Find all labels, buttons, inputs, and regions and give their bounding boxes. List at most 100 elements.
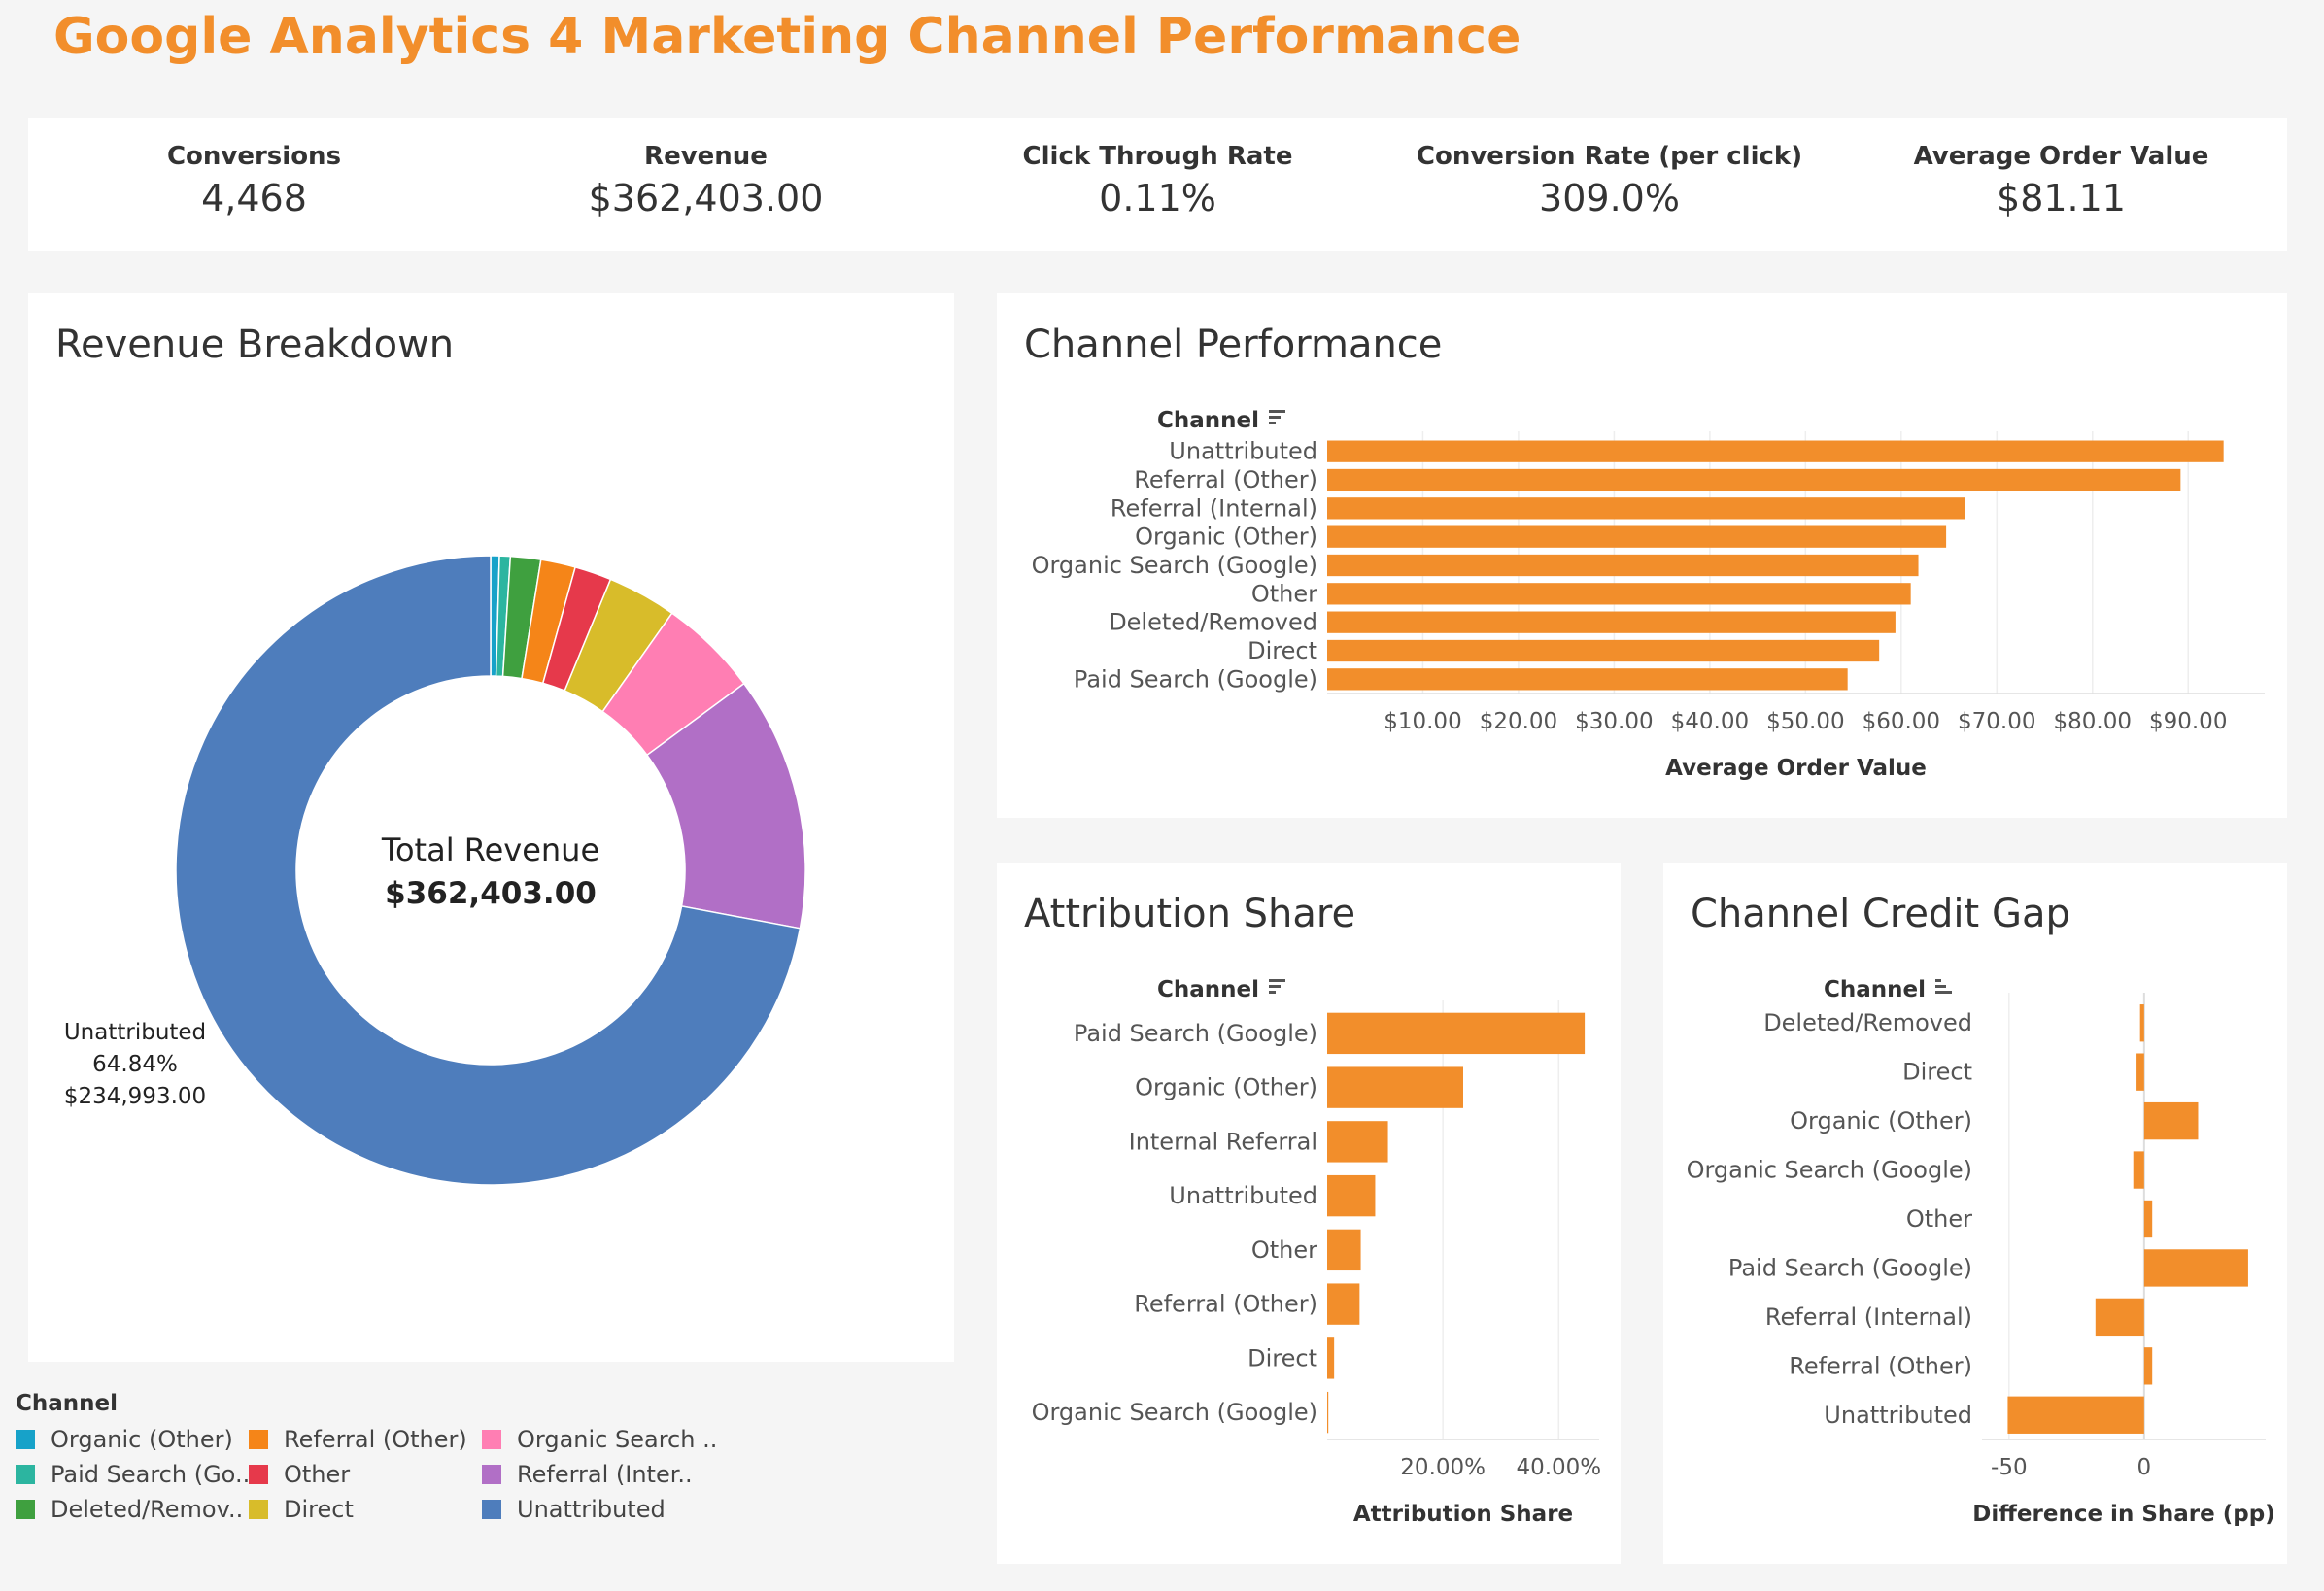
bar-unattributed[interactable] [1327, 1174, 1376, 1217]
legend-grid: Organic (Other) Referral (Other) Organic S… [16, 1426, 754, 1523]
legend-label: Paid Search (Go.. [51, 1461, 249, 1488]
donut-center-value: $362,403.00 [385, 876, 597, 911]
bar-referral-other[interactable] [2143, 1347, 2153, 1385]
tick-label: $70.00 [1958, 709, 2035, 734]
bar-referral-internal[interactable] [1327, 497, 1965, 520]
tick-label: $20.00 [1480, 709, 1557, 734]
category-label: Referral (Internal) [1765, 1303, 1972, 1331]
legend-item-direct[interactable]: Direct [249, 1496, 482, 1523]
tick-label: $30.00 [1575, 709, 1653, 734]
legend-item-organic-search[interactable]: Organic Search .. [482, 1426, 715, 1453]
category-label: Deleted/Removed [1763, 1009, 1972, 1036]
legend-item-other[interactable]: Other [249, 1461, 482, 1488]
tick-label: $50.00 [1766, 709, 1844, 734]
tick-label: $60.00 [1863, 709, 1940, 734]
tick-label: $80.00 [2054, 709, 2132, 734]
legend-swatch [482, 1465, 501, 1484]
kpi-value: 309.0% [1539, 177, 1680, 220]
sort-icon[interactable] [1269, 979, 1285, 994]
category-label: Organic (Other) [1790, 1107, 1972, 1134]
bar-other[interactable] [2143, 1200, 2153, 1238]
donut-annotation-percent: 64.84% [92, 1052, 178, 1077]
bar-internal-referral[interactable] [1327, 1121, 1388, 1163]
channel-performance-panel: Channel Performance Channel Unattributed R… [997, 293, 2287, 818]
bar-unattributed[interactable] [1327, 440, 2224, 462]
kpi-bar: Conversions 4,468 Revenue $362,403.00 Cl… [28, 118, 2287, 251]
category-label: Unattributed [1824, 1402, 1972, 1429]
bar-deleted-removed[interactable] [1327, 611, 1896, 633]
category-label: Paid Search (Google) [1728, 1254, 1972, 1281]
bar-referral-other[interactable] [1327, 1283, 1360, 1325]
legend-swatch [16, 1465, 35, 1484]
donut-annotation-name: Unattributed [64, 1020, 206, 1045]
bar-organic-other[interactable] [2143, 1101, 2199, 1140]
legend-swatch [16, 1500, 35, 1519]
legend-swatch [482, 1500, 501, 1519]
bar-direct[interactable] [2136, 1053, 2144, 1091]
kpi-label: Average Order Value [1913, 142, 2209, 171]
category-label: Direct [1247, 637, 1317, 664]
legend-label: Organic Search .. [517, 1426, 715, 1453]
bar-direct[interactable] [1327, 1337, 1335, 1379]
category-label: Deleted/Removed [1109, 609, 1317, 636]
legend-label: Deleted/Remov.. [51, 1496, 244, 1523]
bar-paid-search-google[interactable] [1327, 668, 1848, 691]
legend-item-deleted-remov[interactable]: Deleted/Remov.. [16, 1496, 249, 1523]
revenue-breakdown-panel: Revenue Breakdown Total Revenue $362,403.… [28, 293, 954, 1362]
kpi-label: Revenue [644, 142, 768, 171]
bar-other[interactable] [1327, 1229, 1361, 1271]
legend-item-referral-other[interactable]: Referral (Other) [249, 1426, 482, 1453]
category-label: Referral (Internal) [1111, 494, 1317, 522]
channel-performance-chart: Channel UnattributedReferral (Other)Refer… [1032, 408, 2265, 781]
legend-swatch [16, 1430, 35, 1449]
bar-referral-other[interactable] [1327, 468, 2181, 491]
tick-label: 20.00% [1400, 1455, 1486, 1480]
channel-credit-gap-panel: Channel Credit Gap Channel Deleted/Remove… [1663, 863, 2287, 1564]
bar-direct[interactable] [1327, 639, 1880, 662]
bar-organic-other[interactable] [1327, 1066, 1463, 1108]
page-title: Google Analytics 4 Marketing Channel Per… [53, 8, 1521, 66]
category-header: Channel [1824, 977, 1926, 1002]
channel-legend: Channel Organic (Other) Referral (Other) O… [16, 1391, 754, 1546]
legend-item-paid-search-go[interactable]: Paid Search (Go.. [16, 1461, 249, 1488]
category-label: Direct [1247, 1344, 1317, 1371]
legend-label: Organic (Other) [51, 1426, 233, 1453]
sort-icon[interactable] [1269, 410, 1285, 424]
kpi-value: $81.11 [1997, 177, 2126, 220]
kpi-conversion-rate: Conversion Rate (per click) 309.0% [1384, 118, 1835, 251]
bar-paid-search-google[interactable] [2143, 1249, 2248, 1287]
kpi-revenue: Revenue $362,403.00 [480, 118, 932, 251]
bar-paid-search-google[interactable] [1327, 1012, 1586, 1055]
category-label: Organic Search (Google) [1032, 552, 1317, 579]
attribution-share-panel: Attribution Share Channel Paid Search (Go… [997, 863, 1621, 1564]
category-label: Internal Referral [1129, 1128, 1317, 1155]
bar-other[interactable] [1327, 583, 1911, 605]
sort-icon[interactable] [1935, 979, 1952, 994]
legend-label: Unattributed [517, 1496, 666, 1523]
channel-credit-gap-chart: Channel Deleted/Removed Direct Organic (Oth… [1687, 977, 2275, 1527]
category-label: Organic Search (Google) [1032, 1399, 1317, 1426]
kpi-value: 0.11% [1099, 177, 1216, 220]
x-axis-title: Average Order Value [1665, 756, 1927, 781]
bar-referral-internal[interactable] [2095, 1298, 2144, 1337]
bar-deleted-removed[interactable] [2139, 1004, 2144, 1042]
legend-title: Channel [16, 1391, 119, 1416]
category-label: Other [1251, 580, 1317, 607]
legend-swatch [249, 1430, 268, 1449]
revenue-donut-chart: Total Revenue $362,403.00 Unattributed 64.8… [64, 555, 806, 1186]
bar-unattributed[interactable] [2007, 1396, 2144, 1434]
bar-organic-search-google[interactable] [1327, 554, 1919, 577]
category-label: Organic (Other) [1135, 1074, 1317, 1101]
tick-label: 0 [2137, 1455, 2152, 1480]
legend-item-referral-inter[interactable]: Referral (Inter.. [482, 1461, 715, 1488]
legend-item-unattributed[interactable]: Unattributed [482, 1496, 715, 1523]
legend-item-organic-other[interactable]: Organic (Other) [16, 1426, 249, 1453]
legend-label: Referral (Inter.. [517, 1461, 693, 1488]
category-label: Other [1906, 1205, 1972, 1233]
bar-organic-search-google[interactable] [1327, 1391, 1329, 1434]
bar-organic-search-google[interactable] [2133, 1151, 2144, 1189]
tick-label: -50 [1991, 1455, 2028, 1480]
bar-organic-other[interactable] [1327, 525, 1947, 548]
donut-annotation-value: $234,993.00 [64, 1084, 206, 1109]
category-label: Direct [1902, 1059, 1972, 1086]
